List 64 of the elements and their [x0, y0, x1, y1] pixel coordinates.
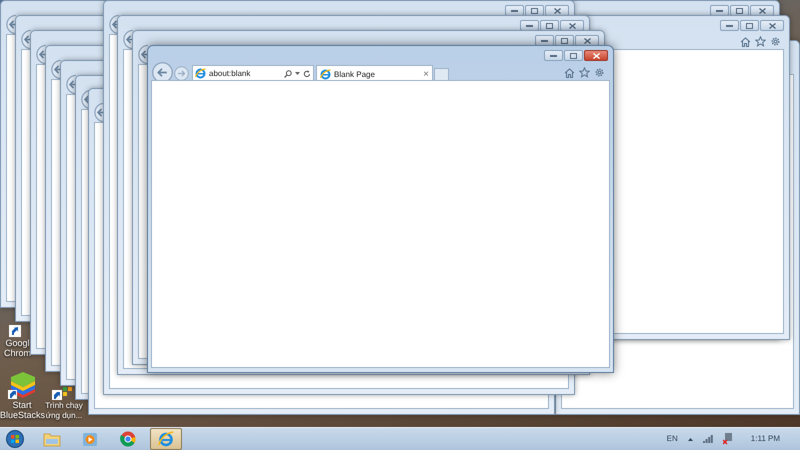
search-icon[interactable] — [284, 70, 292, 78]
close-button[interactable] — [560, 20, 584, 31]
minimize-icon — [526, 24, 533, 27]
minimize-icon — [726, 24, 733, 27]
maximize-button[interactable] — [740, 20, 759, 31]
up-arrow-icon[interactable] — [688, 438, 693, 440]
minimize-icon — [550, 54, 557, 57]
minimize-button[interactable] — [544, 50, 563, 61]
maximize-icon — [561, 38, 568, 44]
tab-close-button[interactable]: × — [423, 70, 429, 80]
minimize-button[interactable] — [535, 35, 554, 46]
home-icon[interactable] — [740, 36, 751, 46]
minimize-icon — [716, 9, 723, 12]
maximize-button[interactable] — [525, 5, 544, 16]
maximize-button[interactable] — [540, 20, 559, 31]
desktop-icon-label[interactable]: Start BlueStacks — [0, 400, 44, 420]
home-icon[interactable] — [564, 68, 575, 78]
maximize-icon — [736, 8, 743, 14]
close-button[interactable] — [750, 5, 774, 16]
browser-logo-icon — [195, 68, 206, 79]
app-grid-icon — [52, 387, 74, 400]
maximize-icon — [546, 22, 553, 28]
star-icon[interactable] — [755, 36, 766, 47]
close-icon — [768, 22, 776, 28]
close-button[interactable] — [760, 20, 784, 31]
tab-title: Blank Page — [334, 68, 376, 80]
minimize-button[interactable] — [710, 5, 729, 16]
clock[interactable]: 1:11 PM — [750, 433, 780, 445]
maximize-icon — [746, 22, 753, 28]
minimize-icon — [511, 9, 518, 12]
star-icon[interactable] — [579, 67, 590, 78]
folder-icon — [43, 432, 61, 446]
close-icon — [584, 38, 590, 44]
desktop-icon-label[interactable]: Googl Chrom — [4, 338, 31, 358]
minimize-button[interactable] — [720, 20, 739, 31]
taskbar-button[interactable] — [150, 428, 182, 450]
settings-icon[interactable] — [594, 67, 605, 78]
maximize-button[interactable] — [555, 35, 574, 46]
browser-logo-icon — [158, 431, 174, 447]
close-button[interactable] — [575, 35, 599, 46]
maximize-button[interactable] — [730, 5, 749, 16]
maximize-button[interactable] — [564, 50, 583, 61]
close-icon — [592, 52, 600, 58]
browser-logo-icon — [320, 69, 331, 80]
network-error-icon[interactable] — [722, 433, 733, 445]
refresh-icon[interactable] — [303, 70, 311, 78]
language-indicator[interactable]: EN — [666, 433, 678, 445]
minimize-button[interactable] — [520, 20, 539, 31]
signal-bars-icon[interactable] — [702, 435, 713, 443]
layered-stack-icon — [8, 372, 38, 400]
minimize-icon — [541, 39, 548, 42]
address-text: about:blank — [209, 68, 252, 80]
start-button[interactable] — [6, 430, 24, 448]
close-button[interactable] — [584, 50, 608, 61]
close-icon — [554, 8, 560, 14]
close-icon — [758, 8, 766, 14]
close-icon — [568, 22, 576, 28]
maximize-icon — [570, 52, 577, 58]
chrome-icon — [120, 431, 136, 447]
settings-icon[interactable] — [770, 36, 781, 47]
close-button[interactable] — [545, 5, 569, 16]
minimize-button[interactable] — [505, 5, 524, 16]
play-icon — [82, 432, 98, 446]
maximize-icon — [531, 8, 538, 14]
